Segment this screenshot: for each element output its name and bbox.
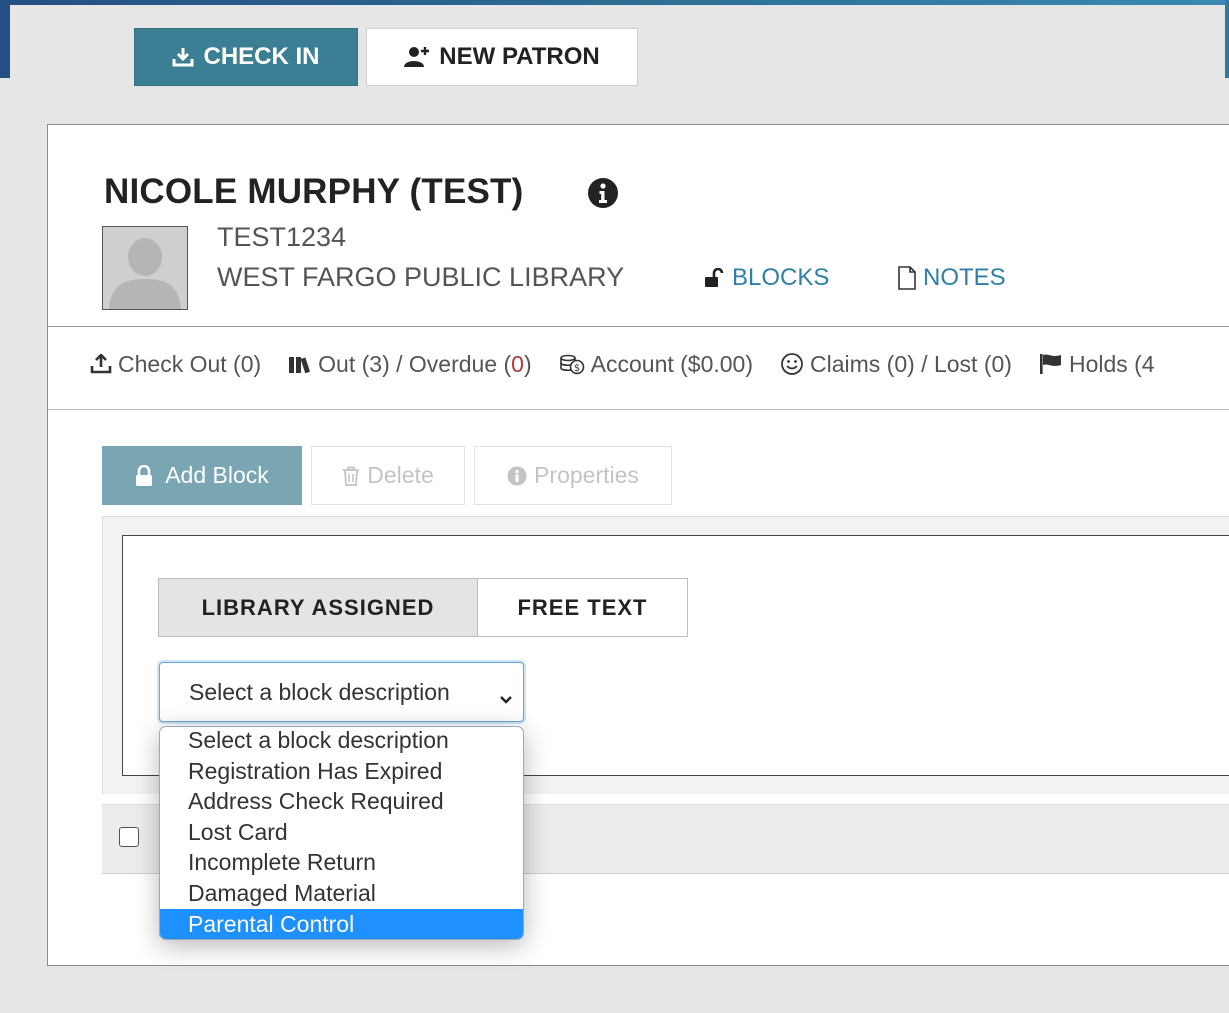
dropdown-option[interactable]: Incomplete Return <box>160 847 523 878</box>
coins-icon: $ <box>559 353 585 375</box>
smile-icon <box>780 352 804 376</box>
flag-icon <box>1039 353 1063 375</box>
file-icon <box>897 266 917 290</box>
svg-text:$: $ <box>573 363 579 374</box>
new-patron-label: NEW PATRON <box>439 43 600 70</box>
lock-icon <box>135 464 153 487</box>
add-block-label: Add Block <box>165 462 269 488</box>
delete-label: Delete <box>367 462 434 488</box>
check-in-label: CHECK IN <box>203 43 320 70</box>
trash-icon <box>342 466 360 486</box>
header-edge <box>1225 0 1229 78</box>
dropdown-option[interactable]: Address Check Required <box>160 786 523 817</box>
add-block-button[interactable]: Add Block <box>102 446 302 505</box>
unlock-icon <box>704 268 726 288</box>
nav-out-prefix: Out (3) / Overdue ( <box>318 350 512 377</box>
block-type-tabs: LIBRARY ASSIGNED FREE TEXT <box>158 578 688 637</box>
dropdown-option[interactable]: Lost Card <box>160 817 523 848</box>
patron-id: TEST1234 <box>217 222 347 252</box>
tab-library-assigned[interactable]: LIBRARY ASSIGNED <box>159 579 478 636</box>
dropdown-option-highlighted[interactable]: Parental Control <box>160 908 523 939</box>
avatar <box>102 226 188 310</box>
nav-check-out-label: Check Out (0) <box>118 350 262 377</box>
divider <box>48 409 1229 410</box>
properties-button[interactable]: Properties <box>474 446 672 505</box>
nav-holds-label: Holds (4 <box>1068 350 1155 377</box>
download-tray-icon <box>172 47 194 67</box>
nav-claims-label: Claims (0) / Lost (0) <box>810 350 1012 377</box>
tab-free-text[interactable]: FREE TEXT <box>478 579 687 636</box>
chevron-down-icon <box>499 686 513 704</box>
dropdown-option[interactable]: Registration Has Expired <box>160 756 523 787</box>
divider <box>48 326 1229 327</box>
nav-account-label: Account ($0.00) <box>590 350 754 377</box>
info-circle-icon <box>507 466 527 486</box>
notes-link-label: NOTES <box>923 264 1006 291</box>
nav-check-out[interactable]: Check Out (0) <box>90 351 261 378</box>
nav-holds[interactable]: Holds (4 <box>1039 351 1155 378</box>
patron-nav: Check Out (0) Out (3) / Overdue (0) $ Ac… <box>90 348 1229 380</box>
select-value: Select a block description <box>189 678 450 705</box>
nav-out-overdue[interactable]: Out (3) / Overdue (0) <box>288 350 532 378</box>
nav-out-suffix: ) <box>523 350 532 377</box>
overdue-count: 0 <box>511 350 524 377</box>
patron-library: WEST FARGO PUBLIC LIBRARY <box>217 262 625 292</box>
properties-label: Properties <box>534 462 639 488</box>
info-circle-icon[interactable] <box>587 177 619 209</box>
blocks-link[interactable]: BLOCKS <box>704 264 829 292</box>
block-description-select[interactable]: Select a block description <box>159 662 524 722</box>
books-icon <box>288 354 312 374</box>
blocks-link-label: BLOCKS <box>732 264 830 291</box>
user-plus-icon <box>404 46 430 68</box>
dropdown-option[interactable]: Damaged Material <box>160 878 523 909</box>
new-patron-button[interactable]: NEW PATRON <box>366 28 638 86</box>
patron-name: NICOLE MURPHY (TEST) <box>104 172 524 211</box>
select-all-checkbox[interactable] <box>119 827 139 847</box>
notes-link[interactable]: NOTES <box>897 264 1006 292</box>
nav-account[interactable]: $ Account ($0.00) <box>559 351 753 378</box>
dropdown-option[interactable]: Select a block description <box>160 727 523 756</box>
block-description-dropdown: Select a block description Registration … <box>159 726 524 940</box>
delete-button[interactable]: Delete <box>311 446 465 505</box>
nav-claims-lost[interactable]: Claims (0) / Lost (0) <box>780 351 1012 378</box>
check-in-button[interactable]: CHECK IN <box>134 28 358 86</box>
upload-tray-icon <box>90 354 112 374</box>
